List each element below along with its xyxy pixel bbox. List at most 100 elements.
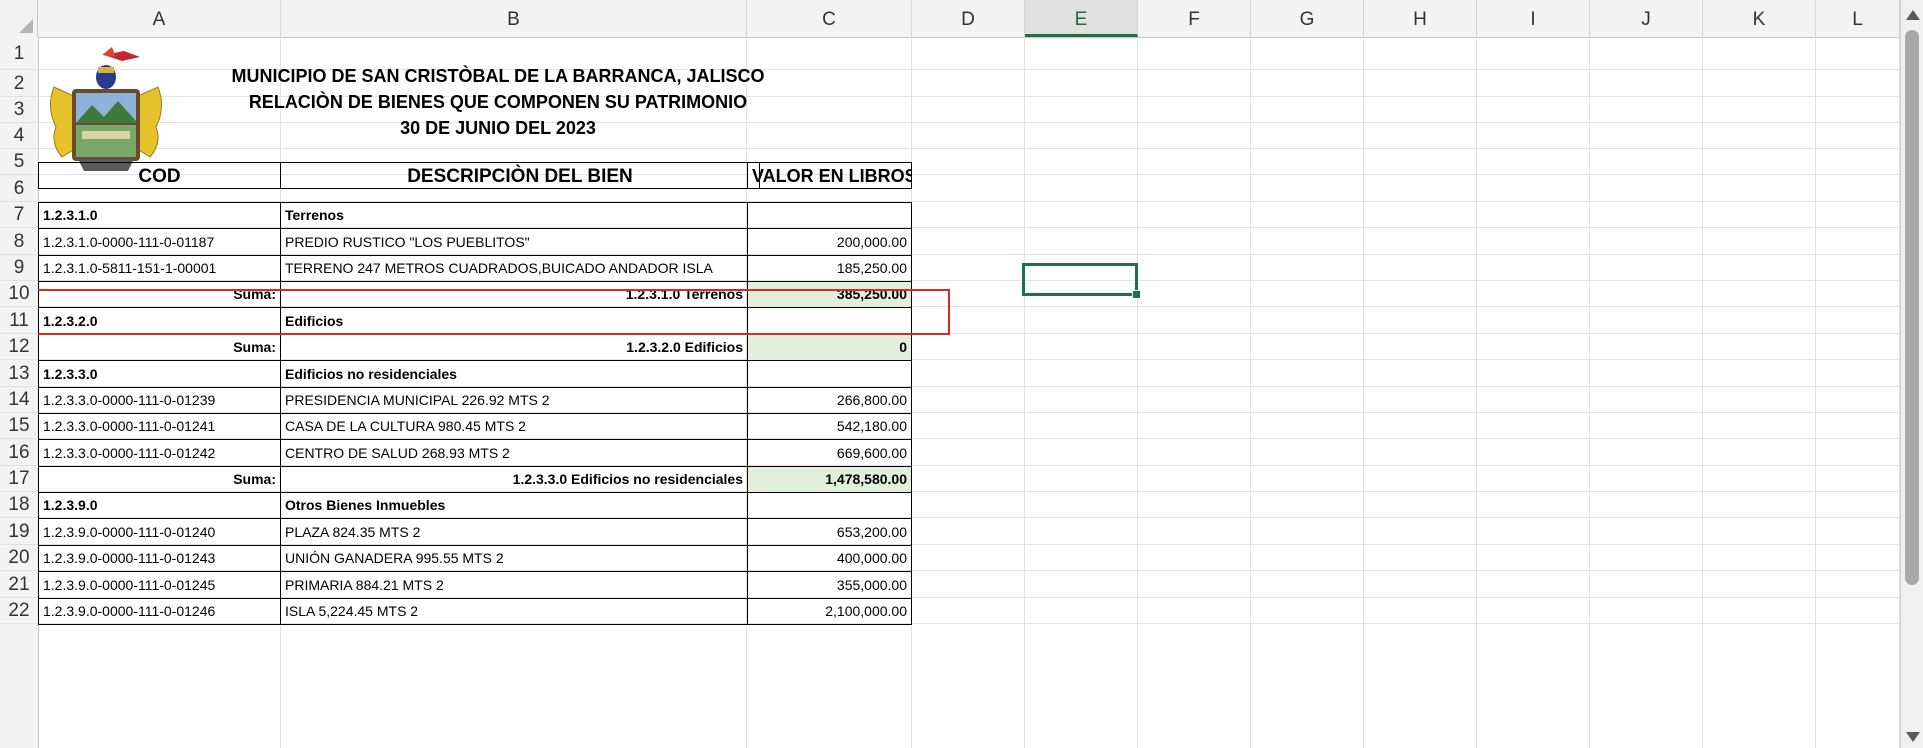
cell-sum-description[interactable]: 1.2.3.2.0 Edificios [280, 334, 748, 361]
cell-value[interactable]: 200,000.00 [747, 228, 912, 256]
cell-description[interactable]: PREDIO RUSTICO "LOS PUEBLITOS" [280, 228, 748, 256]
cell-sum-label[interactable]: Suma: [38, 334, 281, 361]
row-header-15[interactable]: 15 [0, 413, 38, 439]
row-header-9[interactable]: 9 [0, 255, 38, 281]
row-header-21[interactable]: 21 [0, 571, 38, 598]
gridline-vertical [1702, 37, 1703, 748]
row-header-20[interactable]: 20 [0, 545, 38, 571]
row-header-10[interactable]: 10 [0, 281, 38, 307]
row-header-5[interactable]: 5 [0, 149, 38, 175]
cell-description[interactable]: UNIÓN GANADERA 995.55 MTS 2 [280, 545, 748, 572]
title-date: 30 DE JUNIO DEL 2023 [400, 118, 596, 138]
gridline-vertical [1476, 37, 1477, 748]
row-header-14[interactable]: 14 [0, 387, 38, 413]
column-header-b[interactable]: B [281, 0, 747, 37]
title-municipality: MUNICIPIO DE SAN CRISTÒBAL DE LA BARRANC… [231, 66, 765, 86]
cell-value[interactable]: 653,200.00 [747, 518, 912, 546]
column-header-i[interactable]: I [1477, 0, 1590, 37]
cell-cod[interactable]: 1.2.3.3.0-0000-111-0-01239 [38, 387, 281, 414]
cell-sum-label[interactable]: Suma: [38, 466, 281, 493]
cell-description[interactable]: Edificios no residenciales [280, 360, 748, 388]
row-header-16[interactable]: 16 [0, 439, 38, 466]
cell-grid[interactable]: MUNICIPIO DE SAN CRISTÒBAL DE LA BARRANC… [38, 37, 1900, 748]
cell-value[interactable]: 400,000.00 [747, 545, 912, 572]
cell-sum-description[interactable]: 1.2.3.3.0 Edificios no residenciales [280, 466, 748, 493]
column-header-g[interactable]: G [1251, 0, 1364, 37]
row-header-22[interactable]: 22 [0, 598, 38, 624]
header-cod: COD [38, 162, 281, 189]
gridline-horizontal [38, 148, 1900, 149]
row-header-18[interactable]: 18 [0, 492, 38, 518]
column-header-f[interactable]: F [1138, 0, 1251, 37]
active-cell-e8[interactable] [1022, 263, 1138, 296]
row-header-7[interactable]: 7 [0, 202, 38, 228]
cell-cod[interactable]: 1.2.3.9.0-0000-111-0-01240 [38, 518, 281, 546]
cell-cod[interactable]: 1.2.3.3.0-0000-111-0-01241 [38, 413, 281, 440]
cell-cod[interactable]: 1.2.3.3.0 [38, 360, 281, 388]
column-header-a[interactable]: A [38, 0, 281, 37]
cell-cod[interactable]: 1.2.3.1.0-0000-111-0-01187 [38, 228, 281, 256]
spreadsheet: ABCDEFGHIJKL 1 2 3 4 5 6 7 8 9 10 11 12 13 14 15 16 17 18… [0, 0, 1923, 748]
row-header-17[interactable]: 17 [0, 466, 38, 492]
cell-cod[interactable]: 1.2.3.3.0-0000-111-0-01242 [38, 439, 281, 467]
cell-description[interactable]: PLAZA 824.35 MTS 2 [280, 518, 748, 546]
cell-value[interactable]: 355,000.00 [747, 571, 912, 599]
column-header-j[interactable]: J [1590, 0, 1703, 37]
header-book-value: VALOR EN LIBROS [747, 162, 912, 189]
select-all-corner[interactable] [0, 0, 38, 37]
fill-handle[interactable] [1132, 290, 1141, 299]
column-header-c[interactable]: C [747, 0, 912, 37]
cell-cod[interactable]: 1.2.3.1.0 [38, 202, 281, 229]
gridline-vertical [1589, 37, 1590, 748]
row-header-bar: 1 2 3 4 5 6 7 8 9 10 11 12 13 14 15 16 17 18 19 20 21 22 [0, 37, 39, 748]
cell-value[interactable] [747, 202, 912, 229]
row-header-13[interactable]: 13 [0, 360, 38, 387]
row-header-11[interactable]: 11 [0, 307, 38, 334]
cell-cod[interactable]: 1.2.3.9.0-0000-111-0-01245 [38, 571, 281, 599]
cell-value[interactable] [747, 492, 912, 519]
cell-value[interactable]: 542,180.00 [747, 413, 912, 440]
cell-value[interactable]: 266,800.00 [747, 387, 912, 414]
cell-description[interactable]: CENTRO DE SALUD 268.93 MTS 2 [280, 439, 748, 467]
cell-value[interactable]: 185,250.00 [747, 255, 912, 282]
gridline-vertical [1363, 37, 1364, 748]
cell-description[interactable]: Terrenos [280, 202, 748, 229]
column-header-k[interactable]: K [1703, 0, 1816, 37]
header-description: DESCRIPCIÒN DEL BIEN [280, 162, 760, 189]
scroll-down-arrow-icon[interactable] [1906, 732, 1920, 742]
cell-description[interactable]: TERRENO 247 METROS CUADRADOS,BUICADO AND… [280, 255, 748, 282]
row-header-3[interactable]: 3 [0, 97, 38, 123]
cell-value[interactable]: 669,600.00 [747, 439, 912, 467]
row-header-8[interactable]: 8 [0, 228, 38, 255]
cell-description[interactable]: PRESIDENCIA MUNICIPAL 226.92 MTS 2 [280, 387, 748, 414]
row-header-12[interactable]: 12 [0, 334, 38, 360]
column-header-e[interactable]: E [1025, 0, 1138, 37]
row-header-1[interactable]: 1 [0, 37, 38, 70]
gridline-vertical [1024, 37, 1025, 748]
cell-description[interactable]: PRIMARIA 884.21 MTS 2 [280, 571, 748, 599]
cell-sum-value[interactable]: 1,478,580.00 [747, 466, 912, 493]
row-header-19[interactable]: 19 [0, 518, 38, 545]
cell-cod[interactable]: 1.2.3.1.0-5811-151-1-00001 [38, 255, 281, 282]
cell-description[interactable]: Otros Bienes Inmuebles [280, 492, 748, 519]
scrollbar-thumb[interactable] [1905, 30, 1919, 585]
row-header-2[interactable]: 2 [0, 70, 38, 97]
cell-description[interactable]: CASA DE LA CULTURA 980.45 MTS 2 [280, 413, 748, 440]
gridline-vertical [1250, 37, 1251, 748]
title-report: RELACIÒN DE BIENES QUE COMPONEN SU PATRI… [248, 92, 748, 112]
cell-cod[interactable]: 1.2.3.9.0 [38, 492, 281, 519]
column-header-l[interactable]: L [1816, 0, 1900, 37]
column-header-h[interactable]: H [1364, 0, 1477, 37]
cell-cod[interactable]: 1.2.3.9.0-0000-111-0-01246 [38, 598, 281, 625]
column-header-d[interactable]: D [912, 0, 1025, 37]
cell-value[interactable]: 2,100,000.00 [747, 598, 912, 625]
cell-description[interactable]: ISLA 5,224.45 MTS 2 [280, 598, 748, 625]
gridline-vertical [1137, 37, 1138, 748]
scroll-up-arrow-icon[interactable] [1906, 10, 1920, 20]
cell-value[interactable] [747, 360, 912, 388]
cell-sum-value[interactable]: 0 [747, 334, 912, 361]
vertical-scrollbar[interactable] [1900, 0, 1923, 748]
row-header-6[interactable]: 6 [0, 175, 38, 202]
row-header-4[interactable]: 4 [0, 123, 38, 149]
cell-cod[interactable]: 1.2.3.9.0-0000-111-0-01243 [38, 545, 281, 572]
